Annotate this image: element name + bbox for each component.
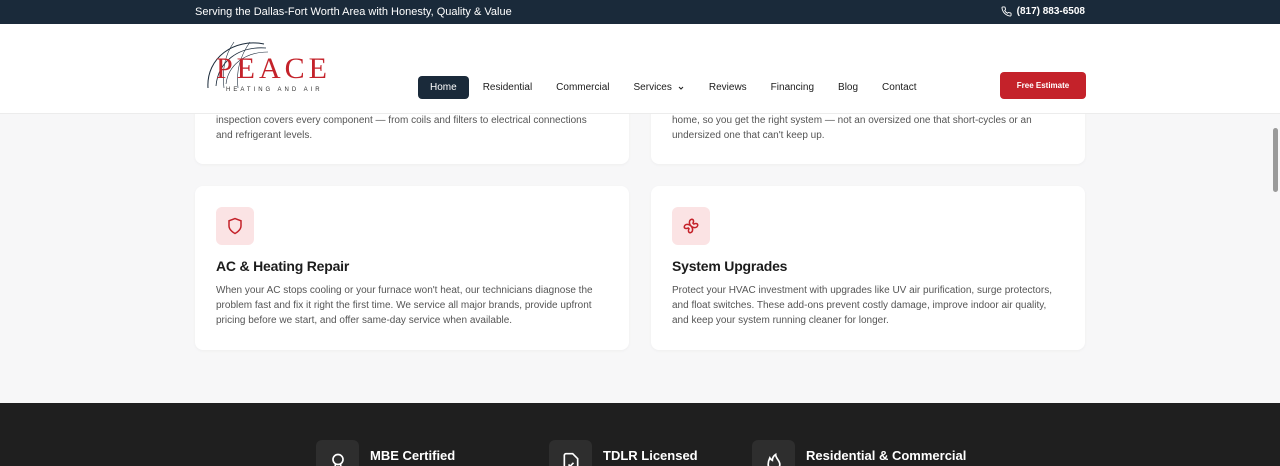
card-title: AC & Heating Repair bbox=[216, 258, 350, 274]
card-description: When your AC stops cooling or your furna… bbox=[216, 285, 593, 326]
badge-residential-commercial: Residential & Commercial bbox=[752, 440, 966, 466]
badge-mbe: MBE Certified bbox=[316, 440, 455, 466]
logo-wordmark: PEACE bbox=[216, 52, 332, 85]
service-card-repair: AC & Heating Repair When your AC stops c… bbox=[195, 186, 629, 350]
badge-tdlr: TDLR Licensed bbox=[549, 440, 698, 466]
page-scrollbar[interactable] bbox=[1273, 128, 1278, 192]
card-description: Protect your HVAC investment with upgrad… bbox=[672, 285, 1052, 326]
main-nav: Home Residential Commercial Services Rev… bbox=[418, 76, 929, 99]
badge-label: TDLR Licensed bbox=[603, 448, 698, 463]
badge-label: MBE Certified bbox=[370, 448, 456, 463]
award-icon bbox=[316, 440, 359, 466]
nav-blog[interactable]: Blog bbox=[826, 76, 870, 99]
nav-home[interactable]: Home bbox=[418, 76, 469, 99]
top-bar: Serving the Dallas-Fort Worth Area with … bbox=[0, 0, 1280, 24]
logo[interactable]: PEACE HEATING AND AIR bbox=[204, 38, 329, 98]
site-header: PEACE HEATING AND AIR Home Residential C… bbox=[0, 24, 1280, 114]
service-card-upgrades: System Upgrades Protect your HVAC invest… bbox=[651, 186, 1085, 350]
nav-commercial[interactable]: Commercial bbox=[544, 76, 621, 99]
card-description: home, so you get the right system — not … bbox=[672, 115, 1032, 141]
phone-icon bbox=[1001, 6, 1012, 17]
phone-number: (817) 883-6508 bbox=[1016, 6, 1085, 17]
trust-bar: MBE Certified TDLR Licensed Residential … bbox=[0, 403, 1280, 466]
card-title: System Upgrades bbox=[672, 258, 788, 274]
logo-tagline: HEATING AND AIR bbox=[226, 87, 323, 93]
shield-icon bbox=[216, 207, 254, 245]
tagline: Serving the Dallas-Fort Worth Area with … bbox=[195, 6, 512, 18]
nav-financing[interactable]: Financing bbox=[759, 76, 826, 99]
nav-services-label: Services bbox=[633, 82, 672, 93]
card-description: inspection covers every component — from… bbox=[216, 115, 587, 141]
fan-icon bbox=[672, 207, 710, 245]
nav-residential[interactable]: Residential bbox=[471, 76, 544, 99]
free-estimate-button[interactable]: Free Estimate bbox=[1000, 72, 1086, 99]
document-check-icon bbox=[549, 440, 592, 466]
nav-services[interactable]: Services bbox=[622, 76, 697, 99]
flame-icon bbox=[752, 440, 795, 466]
badge-label: Residential & Commercial bbox=[806, 448, 967, 463]
phone-link[interactable]: (817) 883-6508 bbox=[1001, 6, 1085, 17]
chevron-down-icon bbox=[678, 86, 684, 90]
nav-reviews[interactable]: Reviews bbox=[697, 76, 759, 99]
nav-contact[interactable]: Contact bbox=[870, 76, 928, 99]
